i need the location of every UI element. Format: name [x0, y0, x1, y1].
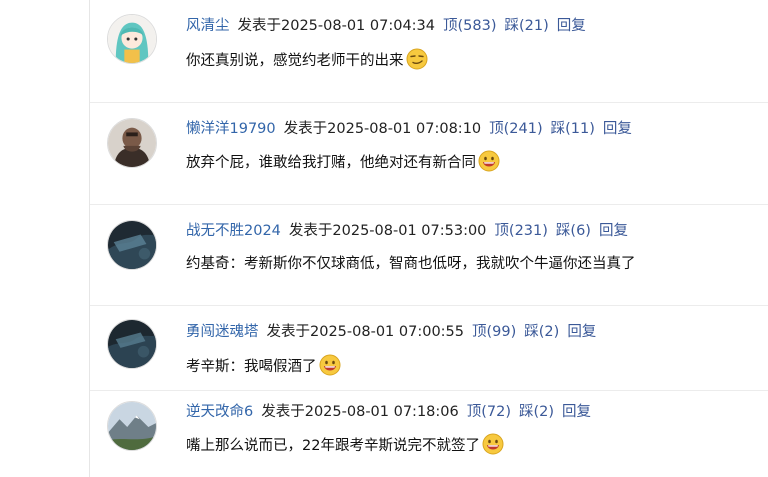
username-link[interactable]: 风清尘 [186, 18, 230, 34]
grin-emoji-icon [482, 433, 504, 455]
comment-item: 勇闯迷魂塔 发表于2025-08-01 07:00:55 顶(99) 踩(2) 回复 考… [90, 306, 768, 391]
upvote-button[interactable]: 顶(241) [489, 121, 543, 137]
comment-meta: 逆天改命6 发表于2025-08-01 07:18:06 顶(72) 踩(2) 回复 [186, 401, 591, 423]
username-link[interactable]: 战无不胜2024 [186, 223, 281, 239]
comment-item: 风清尘 发表于2025-08-01 07:04:34 顶(583) 踩(21) 回复 你… [90, 0, 768, 103]
comment-meta: 风清尘 发表于2025-08-01 07:04:34 顶(583) 踩(21) 回复 [186, 15, 586, 37]
downvote-button[interactable]: 踩(11) [551, 121, 595, 137]
comment-text: 放弃个屁，谁敢给我打赌，他绝对还有新合同 [186, 150, 500, 176]
comment-body: 你还真别说，感觉约老师干的出来 [186, 53, 404, 69]
avatar[interactable] [107, 14, 157, 64]
upvote-button[interactable]: 顶(72) [467, 404, 511, 420]
posted-label: 发表于 [288, 223, 333, 239]
downvote-button[interactable]: 踩(21) [505, 18, 549, 34]
username-link[interactable]: 逆天改命6 [186, 404, 253, 420]
comment-text: 嘴上那么说而已，22年跟考辛斯说完不就签了 [186, 433, 504, 459]
avatar[interactable] [107, 118, 157, 168]
post-time: 2025-08-01 07:18:06 [304, 404, 459, 420]
avatar[interactable] [107, 319, 157, 369]
comment-text: 考辛斯：我喝假酒了 [186, 354, 341, 380]
posted-label: 发表于 [266, 324, 311, 340]
comment-body: 考辛斯：我喝假酒了 [186, 359, 317, 375]
comment-meta: 勇闯迷魂塔 发表于2025-08-01 07:00:55 顶(99) 踩(2) 回复 [186, 321, 596, 343]
avatar[interactable] [107, 220, 157, 270]
reply-button[interactable]: 回复 [557, 18, 586, 34]
upvote-button[interactable]: 顶(231) [494, 223, 548, 239]
username-link[interactable]: 勇闯迷魂塔 [186, 324, 259, 340]
grin-emoji-icon [319, 354, 340, 376]
reply-button[interactable]: 回复 [567, 324, 596, 340]
reply-button[interactable]: 回复 [562, 404, 591, 420]
comment-body: 嘴上那么说而已，22年跟考辛斯说完不就签了 [186, 438, 480, 454]
downvote-button[interactable]: 踩(2) [519, 404, 554, 420]
comment-meta: 战无不胜2024 发表于2025-08-01 07:53:00 顶(231) 踩(6)… [186, 220, 628, 242]
post-time: 2025-08-01 07:00:55 [310, 324, 464, 340]
downvote-button[interactable]: 踩(2) [524, 324, 559, 340]
comment-list: 风清尘 发表于2025-08-01 07:04:34 顶(583) 踩(21) 回复 你… [89, 0, 768, 477]
upvote-button[interactable]: 顶(583) [443, 18, 497, 34]
comment-text: 你还真别说，感觉约老师干的出来 [186, 48, 428, 74]
grin-emoji-icon [478, 150, 500, 172]
post-time: 2025-08-01 07:53:00 [332, 223, 487, 239]
username-link[interactable]: 懒洋洋19790 [186, 121, 276, 137]
comment-item: 战无不胜2024 发表于2025-08-01 07:53:00 顶(231) 踩(6)… [90, 205, 768, 306]
post-time: 2025-08-01 07:08:10 [327, 121, 482, 137]
downvote-button[interactable]: 踩(6) [556, 223, 591, 239]
smirk-emoji-icon [406, 48, 427, 70]
comment-item: 懒洋洋19790 发表于2025-08-01 07:08:10 顶(241) 踩(11… [90, 103, 768, 205]
posted-label: 发表于 [283, 121, 328, 137]
comment-item: 逆天改命6 发表于2025-08-01 07:18:06 顶(72) 踩(2) 回复 嘴… [90, 391, 768, 477]
comment-body: 约基奇：考新斯你不仅球商低，智商也低呀，我就吹个牛逼你还当真了 [186, 256, 636, 272]
reply-button[interactable]: 回复 [603, 121, 632, 137]
comment-text: 约基奇：考新斯你不仅球商低，智商也低呀，我就吹个牛逼你还当真了 [186, 251, 636, 277]
comment-body: 放弃个屁，谁敢给我打赌，他绝对还有新合同 [186, 155, 476, 171]
post-time: 2025-08-01 07:04:34 [281, 18, 435, 34]
posted-label: 发表于 [261, 404, 305, 420]
posted-label: 发表于 [237, 18, 282, 34]
avatar[interactable] [107, 401, 157, 451]
upvote-button[interactable]: 顶(99) [472, 324, 516, 340]
comment-meta: 懒洋洋19790 发表于2025-08-01 07:08:10 顶(241) 踩(11… [186, 118, 632, 140]
reply-button[interactable]: 回复 [599, 223, 628, 239]
